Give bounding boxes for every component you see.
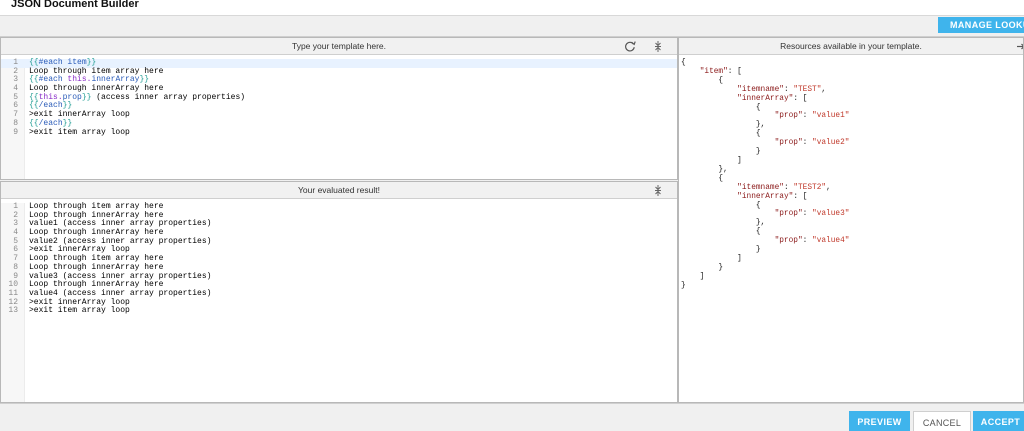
template-pane: Type your template here. 1 {{#each item}}… <box>0 37 678 180</box>
collapse-vertical-icon[interactable] <box>651 40 665 53</box>
result-output[interactable]: 1 Loop through item array here 2 Loop thro… <box>1 202 677 402</box>
manage-lookups-button[interactable]: MANAGE LOOKUPS <box>938 17 1024 33</box>
accept-button[interactable]: ACCEPT <box>973 411 1024 431</box>
dialog-footer: PREVIEW CANCEL ACCEPT <box>0 403 1024 431</box>
resources-json-view[interactable]: { "item": [ { "itemname": "TEST", "inner… <box>681 59 849 291</box>
resources-pane-title: Resources available in your template. <box>780 41 922 51</box>
resources-pane: Resources available in your template. { … <box>678 37 1024 403</box>
window-title: JSON Document Builder <box>11 0 139 10</box>
cancel-button[interactable]: CANCEL <box>913 411 971 431</box>
template-line: 5 {{this.prop}} (access inner array prope… <box>13 92 246 102</box>
template-editor[interactable]: 1 {{#each item}} 2 Loop through item array… <box>1 58 677 179</box>
expand-arrow-icon[interactable] <box>1015 40 1024 53</box>
template-line: 7 >exit innerArray loop <box>13 110 130 120</box>
template-pane-header: Type your template here. <box>1 38 677 55</box>
preview-button[interactable]: PREVIEW <box>849 411 910 431</box>
collapse-vertical-icon[interactable] <box>651 184 665 197</box>
refresh-icon[interactable] <box>623 40 637 53</box>
resources-pane-header: Resources available in your template. <box>679 38 1023 55</box>
result-pane-header: Your evaluated result! <box>1 182 677 199</box>
template-pane-title: Type your template here. <box>291 41 387 51</box>
result-pane: Your evaluated result! 1 Loop through ite… <box>0 181 678 403</box>
top-toolbar: MANAGE LOOKUPS <box>0 16 1024 37</box>
template-line: 9 >exit item array loop <box>13 127 130 137</box>
window-titlebar: JSON Document Builder <box>0 0 1024 16</box>
result-line: 13 >exit item array loop <box>8 306 130 316</box>
result-pane-title: Your evaluated result! <box>298 185 380 195</box>
